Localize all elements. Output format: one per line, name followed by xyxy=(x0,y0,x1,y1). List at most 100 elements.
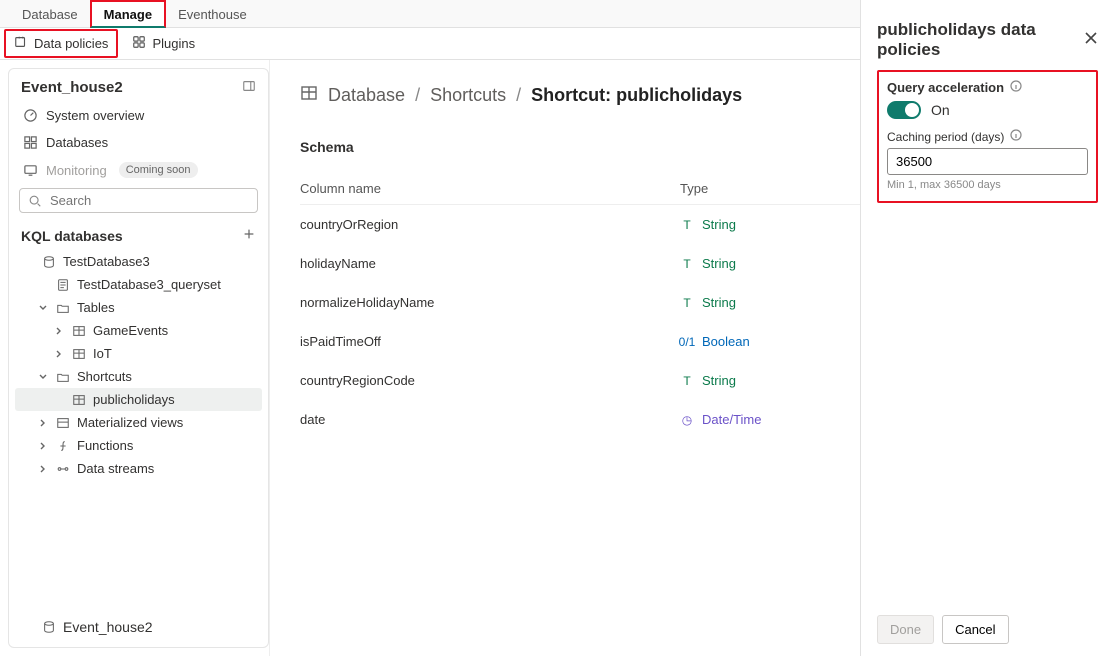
tab-eventhouse[interactable]: Eventhouse xyxy=(166,2,259,26)
schema-column-name: isPaidTimeOff xyxy=(300,334,680,349)
close-icon[interactable] xyxy=(1084,30,1098,50)
schema-column-name: countryOrRegion xyxy=(300,217,680,232)
tree-shortcuts[interactable]: Shortcuts xyxy=(15,365,262,388)
tree-datastreams[interactable]: Data streams xyxy=(15,457,262,480)
chevron-down-icon xyxy=(37,303,49,313)
monitor-icon xyxy=(23,163,38,178)
sidebar-collapse-icon[interactable] xyxy=(242,79,256,96)
panel-title: publicholidays data policies xyxy=(877,20,1084,60)
chevron-right-icon xyxy=(37,464,49,474)
tree-table-iot-label: IoT xyxy=(93,346,112,361)
folder-icon xyxy=(55,301,71,315)
type-icon: T xyxy=(680,374,694,388)
schema-column-type: 0/1Boolean xyxy=(680,334,750,349)
type-label: String xyxy=(702,256,736,271)
tree-matviews[interactable]: Materialized views xyxy=(15,411,262,434)
breadcrumb-sep-2: / xyxy=(516,85,521,106)
tab-manage[interactable]: Manage xyxy=(90,0,166,28)
tree-matviews-label: Materialized views xyxy=(77,415,183,430)
tree-db-testdatabase3[interactable]: TestDatabase3 xyxy=(15,250,262,273)
tree-table-gameevents-label: GameEvents xyxy=(93,323,168,338)
chevron-right-icon xyxy=(37,441,49,451)
breadcrumb-sep-1: / xyxy=(415,85,420,106)
breadcrumb-database[interactable]: Database xyxy=(328,85,405,106)
schema-column-name: date xyxy=(300,412,680,427)
cancel-button[interactable]: Cancel xyxy=(942,615,1008,644)
grid-icon xyxy=(23,135,38,150)
caching-period-input[interactable] xyxy=(887,148,1088,175)
schema-column-name: normalizeHolidayName xyxy=(300,295,680,310)
gauge-icon xyxy=(23,108,38,123)
data-policies-icon xyxy=(14,35,28,52)
stream-icon xyxy=(55,462,71,476)
data-policies-button[interactable]: Data policies xyxy=(4,29,118,58)
tab-database[interactable]: Database xyxy=(10,2,90,26)
nav-monitoring: Monitoring Coming soon xyxy=(15,156,262,184)
query-acceleration-state: On xyxy=(931,102,950,118)
schema-column-type: TString xyxy=(680,256,736,271)
tree-shortcut-publicholidays[interactable]: publicholidays xyxy=(15,388,262,411)
schema-column-name: holidayName xyxy=(300,256,680,271)
chevron-right-icon xyxy=(37,418,49,428)
tree-functions[interactable]: Functions xyxy=(15,434,262,457)
tree-shortcut-publicholidays-label: publicholidays xyxy=(93,392,175,407)
chevron-right-icon xyxy=(53,349,65,359)
schema-col-name-header: Column name xyxy=(300,181,680,196)
nav-databases[interactable]: Databases xyxy=(15,129,262,156)
type-label: String xyxy=(702,295,736,310)
caching-period-hint: Min 1, max 36500 days xyxy=(887,179,1088,191)
done-button[interactable]: Done xyxy=(877,615,934,644)
plugins-label: Plugins xyxy=(152,36,195,51)
chevron-down-icon xyxy=(37,372,49,382)
function-icon xyxy=(55,439,71,453)
tree-tables-label: Tables xyxy=(77,300,115,315)
folder-icon xyxy=(55,370,71,384)
data-policies-panel: publicholidays data policies Query accel… xyxy=(860,0,1114,656)
table-icon xyxy=(71,324,87,338)
tree-table-iot[interactable]: IoT xyxy=(15,342,262,365)
type-label: String xyxy=(702,217,736,232)
nav-monitoring-label: Monitoring xyxy=(46,163,107,178)
tree-tables[interactable]: Tables xyxy=(15,296,262,319)
type-icon: T xyxy=(680,296,694,310)
type-label: Date/Time xyxy=(702,412,761,427)
nav-databases-label: Databases xyxy=(46,135,108,150)
query-acceleration-section: Query acceleration On Caching period (da… xyxy=(877,70,1098,203)
search-input[interactable] xyxy=(48,192,249,209)
tree-queryset[interactable]: TestDatabase3_queryset xyxy=(15,273,262,296)
schema-column-type: ◷ Date/Time xyxy=(680,412,761,427)
tree-eventhouse-footer-label: Event_house2 xyxy=(63,619,153,635)
info-icon[interactable] xyxy=(1010,80,1022,95)
breadcrumb-current: Shortcut: publicholidays xyxy=(531,85,742,106)
type-label: String xyxy=(702,373,736,388)
schema-column-type: T String xyxy=(680,373,736,388)
info-icon[interactable] xyxy=(1010,129,1022,144)
tree-eventhouse-footer[interactable]: Event_house2 xyxy=(15,615,262,639)
query-acceleration-label: Query acceleration xyxy=(887,80,1004,95)
table-icon xyxy=(71,347,87,361)
tree-functions-label: Functions xyxy=(77,438,133,453)
breadcrumb-shortcuts[interactable]: Shortcuts xyxy=(430,85,506,106)
tree-db-label: TestDatabase3 xyxy=(63,254,150,269)
tree-datastreams-label: Data streams xyxy=(77,461,154,476)
matview-icon xyxy=(55,416,71,430)
kql-tree: TestDatabase3 TestDatabase3_queryset Tab… xyxy=(15,250,262,480)
type-icon: ◷ xyxy=(680,413,694,427)
schema-column-type: T String xyxy=(680,295,736,310)
nav-system-overview[interactable]: System overview xyxy=(15,102,262,129)
search-box[interactable] xyxy=(19,188,258,213)
data-policies-label: Data policies xyxy=(34,36,108,51)
tree-table-gameevents[interactable]: GameEvents xyxy=(15,319,262,342)
schema-col-type-header: Type xyxy=(680,181,708,196)
type-label: Boolean xyxy=(702,334,750,349)
plugins-button[interactable]: Plugins xyxy=(124,31,203,56)
add-database-button[interactable] xyxy=(242,227,256,244)
plugins-icon xyxy=(132,35,146,52)
query-acceleration-toggle[interactable] xyxy=(887,101,921,119)
shortcut-table-icon xyxy=(71,393,87,407)
sidebar: Event_house2 System overview Databases M… xyxy=(8,68,269,648)
queryset-icon xyxy=(55,278,71,292)
tree-shortcuts-label: Shortcuts xyxy=(77,369,132,384)
search-icon xyxy=(28,194,42,208)
chevron-right-icon xyxy=(53,326,65,336)
